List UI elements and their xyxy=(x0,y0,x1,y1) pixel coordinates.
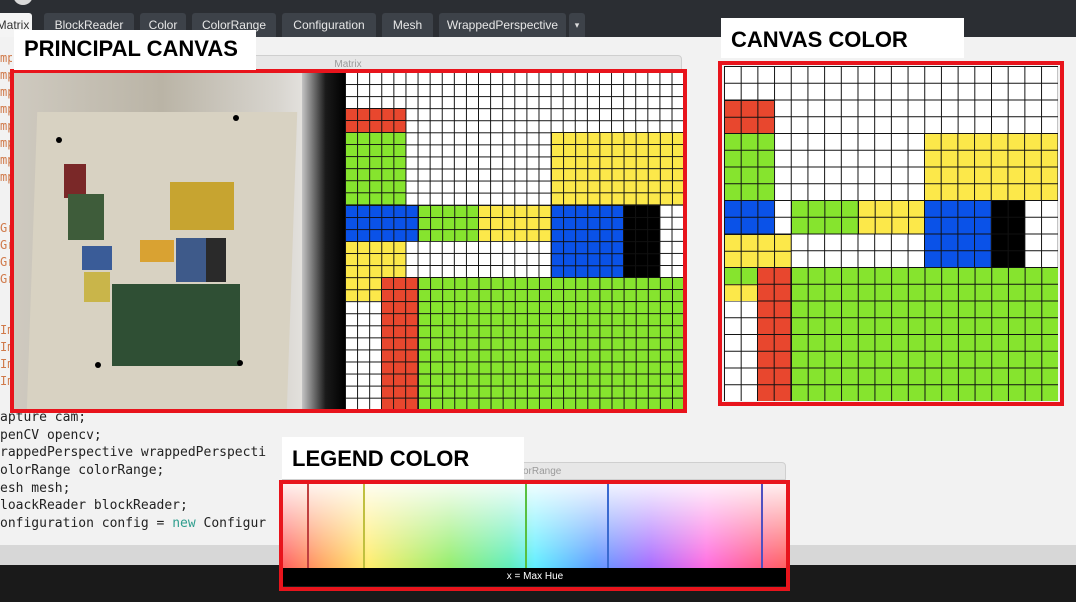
code-line-6: loackReader blockReader; xyxy=(0,498,188,513)
canvas-color-label: CANVAS COLOR xyxy=(721,18,964,58)
tab-mesh[interactable]: Mesh xyxy=(382,13,433,37)
canvas-color-frame xyxy=(718,61,1064,406)
code-text: Configur xyxy=(195,516,267,531)
keyword-new: new xyxy=(172,516,196,531)
code-line-4: olorRange colorRange; xyxy=(0,463,165,478)
code-line-3: rappedPerspective wrappedPerspecti xyxy=(0,445,267,460)
code-text: onfiguration config = xyxy=(0,516,173,531)
principal-canvas-frame xyxy=(10,69,687,413)
tab-overflow-icon[interactable]: ▾ xyxy=(569,13,585,37)
code-line-7: onfiguration config = new Configur xyxy=(0,515,290,533)
code-line-5: esh mesh; xyxy=(0,481,71,496)
run-button[interactable] xyxy=(13,0,33,5)
legend-color-frame xyxy=(279,480,790,591)
principal-canvas-label: PRINCIPAL CANVAS xyxy=(14,30,256,70)
legend-color-label: LEGEND COLOR xyxy=(282,437,524,479)
code-line-2: penCV opencv; xyxy=(0,428,102,443)
tab-wrappedperspective[interactable]: WrappedPerspective xyxy=(439,13,566,37)
tab-configuration[interactable]: Configuration xyxy=(282,13,376,37)
gutter-line: mp xyxy=(0,51,12,65)
